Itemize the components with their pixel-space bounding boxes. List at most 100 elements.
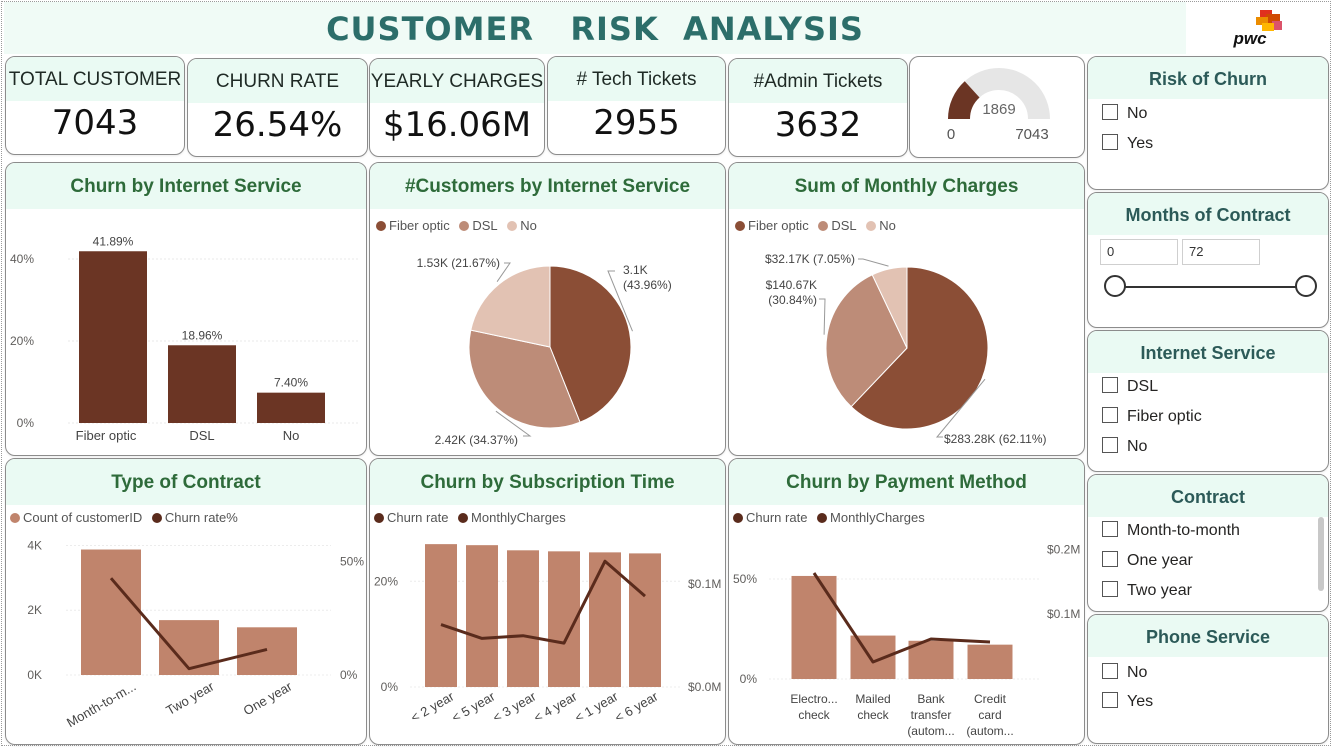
y-right-tick-label: $0.2M [1047,542,1080,556]
bar [425,544,457,687]
x-tick-label: Fiber optic [76,428,137,443]
bar [168,345,236,423]
y-left-tick-label: 50% [733,572,757,586]
checkbox[interactable] [1102,551,1118,567]
kpi-label: YEARLY CHARGES [370,59,544,103]
slicer-option-fiber-optic[interactable]: Fiber optic [1102,407,1202,427]
data-label: 3.1K [623,263,648,277]
monthly-charges-pie: $283.28K (62.11%) $140.67K(30.84%) $32.17K… [765,252,1047,446]
bar [81,549,141,675]
slicer-months-of-contract: Months of Contract 0 72 [1087,192,1329,328]
range-slider-track [1116,286,1308,288]
slicer-option-no[interactable]: No [1102,437,1147,457]
pwc-logo: pwc [1232,10,1282,48]
x-tick-label: < 2 year [408,688,457,725]
slicer-option-month-to-month[interactable]: Month-to-month [1102,521,1240,541]
bar [629,553,661,687]
data-label: 7.40% [274,376,308,390]
kpi-admin-tickets: #Admin Tickets 3632 [728,58,908,157]
slicer-internet-service: Internet Service DSL Fiber optic No [1087,330,1329,472]
x-tick-label: < 6 year [612,688,661,725]
scrollbar[interactable] [1318,517,1324,591]
y-right-tick-label: $0.1M [1047,607,1080,621]
y-right-tick-label: $0.0M [688,680,721,694]
kpi-value: 2955 [593,103,680,143]
x-tick-label: No [283,428,300,443]
kpi-label: CHURN RATE [188,59,367,103]
data-label: 2.42K (34.37%) [435,433,518,447]
x-tick-label: (autom... [966,724,1013,738]
slicer-option-dsl[interactable]: DSL [1102,377,1158,397]
page-title: CUSTOMER RISK ANALYSIS [326,10,864,48]
gauge-value-label: 1869 [982,101,1015,118]
kpi-label: #Admin Tickets [729,59,907,103]
x-tick-label: check [798,708,830,722]
y-tick-label: 40% [10,252,34,266]
range-max-input[interactable]: 72 [1182,239,1260,265]
slicer-option-yes[interactable]: Yes [1102,692,1153,712]
panel-customers-internet: #Customers by Internet Service Fiber opt… [369,162,726,456]
panel-contract-type: Type of Contract Count of customerID Chu… [5,458,367,745]
bar [237,627,297,675]
gauge-chart: 1869 0 7043 [947,68,1050,143]
kpi-value: 26.54% [212,105,343,145]
bar [507,550,539,687]
checkbox[interactable] [1102,581,1118,597]
kpi-total-customer: TOTAL CUSTOMER 7043 [5,56,185,155]
title-bar: CUSTOMER RISK ANALYSIS [4,2,1186,54]
x-tick-label: transfer [911,708,952,722]
y-left-tick-label: 4K [27,538,42,552]
checkbox[interactable] [1102,134,1118,150]
y-left-tick-label: 20% [374,574,398,588]
x-tick-label: Two year [163,678,217,718]
range-slider-min-handle[interactable] [1104,275,1126,297]
data-label: 41.89% [93,234,134,248]
kpi-churn-rate: CHURN RATE 26.54% [187,58,368,157]
y-right-tick-label: 50% [340,555,364,569]
bar [79,251,147,423]
x-tick-label: One year [241,678,295,718]
kpi-value: $16.06M [382,105,532,145]
slicer-title: Internet Service [1088,331,1328,373]
range-min-input[interactable]: 0 [1100,239,1178,265]
x-tick-label: Credit [974,692,1007,706]
data-label: $283.28K (62.11%) [944,432,1047,446]
checkbox[interactable] [1102,437,1118,453]
slicer-title: Contract [1088,475,1328,517]
leader-line [819,298,826,335]
data-label: 1.53K (21.67%) [417,256,500,270]
subscription-chart: 0%20%$0.0M$0.1M< 2 year< 5 year< 3 year<… [374,544,721,725]
kpi-value: 3632 [774,105,862,145]
range-slider-max-handle[interactable] [1295,275,1317,297]
slicer-title: Months of Contract [1088,193,1328,235]
checkbox[interactable] [1102,104,1118,120]
slicer-option-one-year[interactable]: One year [1102,551,1193,571]
slicer-title: Risk of Churn [1088,57,1328,99]
series-line [812,572,991,664]
pwc-logo-text: pwc [1232,29,1267,48]
kpi-label: # Tech Tickets [548,57,725,101]
slicer-title: Phone Service [1088,615,1328,657]
y-tick-label: 0% [17,416,35,430]
y-left-tick-label: 0% [381,680,399,694]
bar [791,575,837,679]
contract-type-chart: 0K 2K 4K 0% 50% Month-to-m... Two year One year [27,538,364,730]
slicer-option-no[interactable]: No [1102,104,1147,124]
checkbox[interactable] [1102,692,1118,708]
x-tick-label: Mailed [855,692,890,706]
x-tick-label: Electro... [790,692,837,706]
slicer-option-two-year[interactable]: Two year [1102,581,1192,601]
data-label: (43.96%) [623,278,672,292]
checkbox[interactable] [1102,521,1118,537]
x-tick-label: (autom... [907,724,954,738]
checkbox[interactable] [1102,407,1118,423]
slicer-option-no[interactable]: No [1102,663,1147,683]
gauge-fill [948,81,980,120]
checkbox[interactable] [1102,377,1118,393]
slicer-risk-of-churn: Risk of Churn No Yes [1087,56,1329,190]
panel-churn-internet: Churn by Internet Service 0% 20% 40% 41.89%… [5,162,367,456]
slicer-option-yes[interactable]: Yes [1102,134,1153,154]
checkbox[interactable] [1102,663,1118,679]
y-right-tick-label: $0.1M [688,577,721,591]
panel-subscription: Churn by Subscription Time Churn rate Mo… [369,458,726,745]
